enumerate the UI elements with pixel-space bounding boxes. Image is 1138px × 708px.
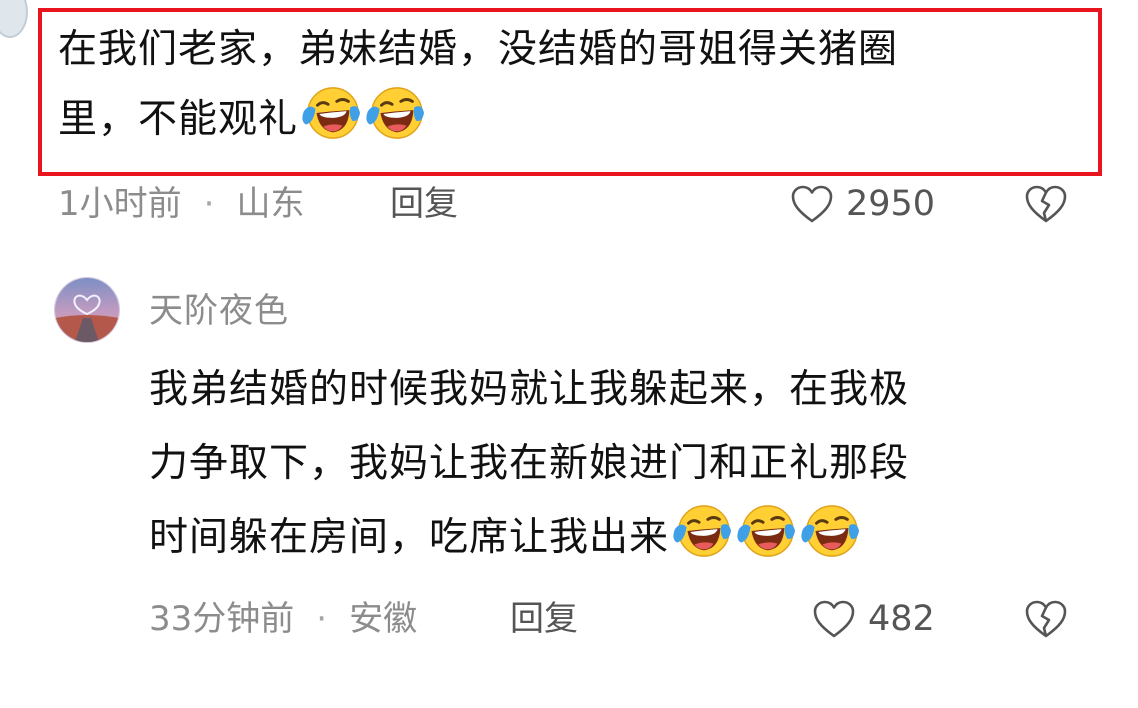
comment2-time: 33分钟前 xyxy=(149,599,295,639)
comment2-like-count: 482 xyxy=(868,599,935,639)
comment2-location: 安徽 xyxy=(349,599,418,639)
comment2-meta: 33分钟前 · 安徽 xyxy=(149,595,417,643)
comment1-like-count: 2950 xyxy=(846,184,936,224)
comment2-text-line3: 时间躲在房间，吃席让我出来 xyxy=(149,515,670,560)
comment2-reply-button[interactable]: 回复 xyxy=(510,595,578,643)
laughing-emoji-icon xyxy=(364,84,426,142)
laughing-emoji-icon xyxy=(671,502,733,560)
meta-separator: · xyxy=(316,599,328,639)
comment2-text-line3-wrap: 时间躲在房间，吃席让我出来 xyxy=(149,502,861,572)
broken-heart-icon[interactable] xyxy=(1024,597,1068,641)
laughing-emoji-icon xyxy=(799,502,861,560)
comment1-text-line2: 里，不能观礼 xyxy=(58,97,299,142)
comment2-text-line2: 力争取下，我妈让我在新娘进门和正礼那段 xyxy=(149,441,910,486)
heart-icon xyxy=(791,185,833,223)
user-avatar[interactable] xyxy=(54,277,120,343)
comment1-meta: 1小时前 · 山东 xyxy=(58,180,304,228)
previous-comment-avatar[interactable] xyxy=(0,0,28,38)
comment2-like-button[interactable]: 482 xyxy=(812,595,935,643)
laughing-emoji-icon xyxy=(300,84,362,142)
comment2-text-line1: 我弟结婚的时候我妈就让我躲起来，在我极 xyxy=(149,367,910,412)
comment1-text-line2-wrap: 里，不能观礼 xyxy=(58,84,426,154)
comment1-text-line1: 在我们老家，弟妹结婚，没结婚的哥姐得关猪圈 xyxy=(58,27,899,72)
comment1-reply-button[interactable]: 回复 xyxy=(390,180,458,228)
avatar-image xyxy=(55,278,119,342)
laughing-emoji-icon xyxy=(735,502,797,560)
heart-icon xyxy=(813,600,855,638)
comment1-time: 1小时前 xyxy=(58,184,182,224)
username[interactable]: 天阶夜色 xyxy=(149,287,289,335)
meta-separator: · xyxy=(203,184,215,224)
comment1-location: 山东 xyxy=(236,184,305,224)
broken-heart-icon[interactable] xyxy=(1024,182,1068,226)
comment1-like-button[interactable]: 2950 xyxy=(790,180,935,228)
